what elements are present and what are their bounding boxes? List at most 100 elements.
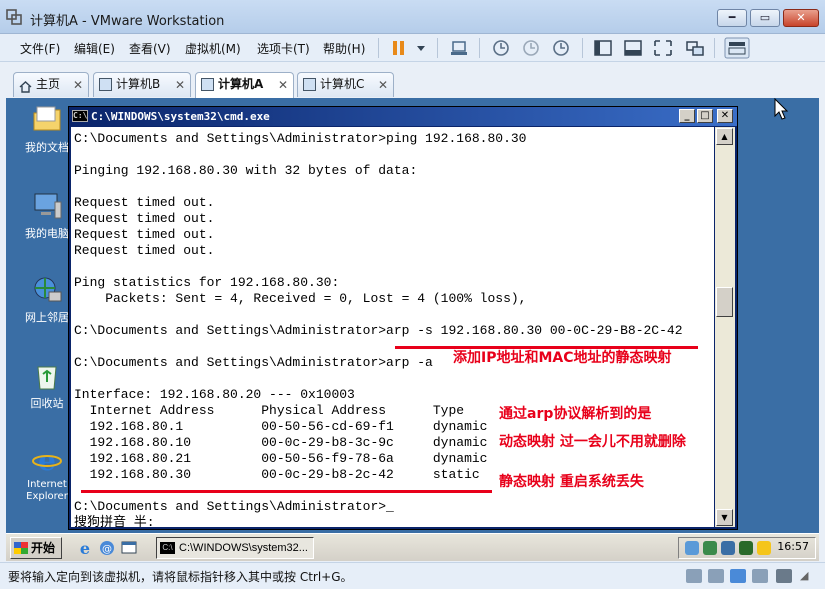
thumbnail-bar-icon[interactable]	[724, 37, 750, 59]
status-bar: 要将输入定向到该虚拟机，请将鼠标指针移入其中或按 Ctrl+G。 ◢	[0, 562, 825, 589]
cmd-title-bar[interactable]: C:\ C:\WINDOWS\system32\cmd.exe _ □ ✕	[69, 107, 737, 126]
library-view-icon[interactable]	[592, 38, 614, 58]
menu-view[interactable]: 查看(V)	[129, 40, 171, 57]
home-icon	[19, 78, 32, 93]
fullscreen-icon[interactable]	[652, 38, 674, 58]
menu-help[interactable]: 帮助(H)	[323, 40, 365, 57]
security-tray-icon[interactable]	[757, 541, 771, 555]
snapshot-manager-icon[interactable]	[550, 38, 572, 58]
ie-icon: e	[32, 444, 62, 476]
update-tray-icon[interactable]	[739, 541, 753, 555]
scroll-up-icon[interactable]: ▲	[716, 128, 733, 145]
close-button[interactable]: ✕	[783, 9, 819, 27]
underline-static-entry	[81, 490, 492, 493]
vm-icon	[303, 78, 316, 91]
guest-desktop[interactable]: 我的文档 我的电脑 网上邻居 回收站 e Internet Explorer C…	[6, 98, 819, 561]
tab-computer-b[interactable]: 计算机B ✕	[93, 72, 191, 97]
cmd-minimize-button[interactable]: _	[679, 109, 695, 123]
scroll-thumb[interactable]	[716, 287, 733, 317]
mouse-cursor-icon	[774, 98, 788, 120]
tab-home[interactable]: 主页 ✕	[13, 72, 89, 97]
outlook-quicklaunch-icon[interactable]: @	[98, 539, 116, 557]
ime-tray-icon[interactable]	[703, 541, 717, 555]
tab-label: 主页	[36, 77, 61, 91]
tab-bar: 主页 ✕ 计算机B ✕ 计算机A ✕ 计算机C ✕	[0, 70, 825, 99]
annotation-arp-dynamic-1: 通过arp协议解析到的是	[499, 406, 652, 422]
taskbar-item-cmd[interactable]: C:\ C:\WINDOWS\system32...	[156, 537, 314, 559]
close-icon[interactable]: ✕	[378, 74, 388, 97]
unity-icon[interactable]	[684, 38, 706, 58]
sound-status-icon[interactable]	[776, 569, 792, 583]
console-view-icon[interactable]	[622, 38, 644, 58]
resize-grip-icon: ◢	[800, 569, 809, 582]
console-line: C:\Documents and Settings\Administrator>…	[74, 131, 527, 146]
console-line: 192.168.80.21 00-50-56-f9-78-6a dynamic	[74, 451, 488, 466]
console-line: Request timed out.	[74, 227, 215, 242]
network-status-icon[interactable]	[730, 569, 746, 583]
minimize-button[interactable]: ━	[717, 9, 747, 27]
pause-icon[interactable]	[388, 38, 410, 58]
start-button[interactable]: 开始	[10, 537, 62, 559]
cmd-close-button[interactable]: ✕	[717, 109, 733, 123]
cmd-icon: C:\	[72, 110, 88, 122]
maximize-button[interactable]: ▭	[750, 9, 780, 27]
annotation-static-mapping: 添加IP地址和MAC地址的静态映射	[453, 350, 672, 366]
svg-text:@: @	[102, 544, 112, 555]
vmware-logo-icon	[6, 9, 22, 25]
network2-tray-icon[interactable]	[721, 541, 735, 555]
system-tray: 16:57	[678, 537, 816, 559]
cmd-console[interactable]: C:\Documents and Settings\Administrator>…	[71, 127, 714, 527]
cmd-icon: C:\	[160, 542, 175, 554]
show-desktop-icon[interactable]	[120, 539, 138, 557]
console-line: Pinging 192.168.80.30 with 32 bytes of d…	[74, 163, 418, 178]
window-title: 计算机A - VMware Workstation	[30, 14, 225, 29]
close-icon[interactable]: ✕	[73, 74, 83, 97]
annotation-arp-dynamic-2: 动态映射 过一会儿不用就删除	[499, 434, 686, 450]
ie-quicklaunch-icon[interactable]: e	[76, 539, 94, 557]
menu-file[interactable]: 文件(F)	[20, 40, 60, 57]
tab-label: 计算机B	[116, 77, 161, 91]
tab-label: 计算机C	[320, 77, 365, 91]
snapshot-icon[interactable]	[490, 38, 512, 58]
status-text: 要将输入定向到该虚拟机，请将鼠标指针移入其中或按 Ctrl+G。	[8, 570, 353, 584]
menu-tabs[interactable]: 选项卡(T)	[257, 40, 310, 57]
scroll-down-icon[interactable]: ▼	[716, 509, 733, 526]
windows-logo-icon	[14, 542, 28, 554]
console-line: Ping statistics for 192.168.80.30:	[74, 275, 340, 290]
menu-edit[interactable]: 编辑(E)	[74, 40, 115, 57]
usb-status-icon[interactable]	[752, 569, 768, 583]
console-line: Request timed out.	[74, 243, 215, 258]
console-line: Packets: Sent = 4, Received = 0, Lost = …	[74, 291, 527, 306]
cmd-maximize-button[interactable]: □	[697, 109, 713, 123]
network-tray-icon[interactable]	[685, 541, 699, 555]
cmd-window[interactable]: C:\ C:\WINDOWS\system32\cmd.exe _ □ ✕ C:…	[68, 106, 738, 530]
revert-snapshot-icon[interactable]	[520, 38, 542, 58]
cdrom-status-icon[interactable]	[708, 569, 724, 583]
vm-icon	[99, 78, 112, 91]
cmd-title: C:\WINDOWS\system32\cmd.exe	[91, 110, 270, 123]
folder-icon	[33, 106, 61, 131]
console-line: Request timed out.	[74, 195, 215, 210]
clock: 16:57	[777, 540, 809, 553]
tab-computer-c[interactable]: 计算机C ✕	[297, 72, 394, 97]
menu-vm[interactable]: 虚拟机(M)	[185, 40, 241, 57]
console-line: C:\Documents and Settings\Administrator>…	[74, 499, 394, 514]
chevron-down-icon[interactable]	[410, 38, 432, 58]
tab-computer-a[interactable]: 计算机A ✕	[195, 72, 294, 99]
cmd-scrollbar[interactable]: ▲ ▼	[715, 127, 735, 527]
hdd-status-icon[interactable]	[686, 569, 702, 583]
tab-label: 计算机A	[218, 77, 264, 91]
vmware-window: 计算机A - VMware Workstation ━ ▭ ✕ 文件(F) 编辑…	[0, 0, 825, 589]
svg-text:e: e	[38, 444, 56, 476]
recycle-bin-icon	[37, 366, 57, 390]
send-keys-icon[interactable]	[448, 38, 470, 58]
close-icon[interactable]: ✕	[175, 74, 185, 97]
console-output: C:\Documents and Settings\Administrator>…	[74, 131, 683, 527]
guest-taskbar: 开始 e @ C:\ C:\WINDOWS\system32... 16:57	[6, 533, 819, 561]
close-icon[interactable]: ✕	[278, 74, 288, 97]
